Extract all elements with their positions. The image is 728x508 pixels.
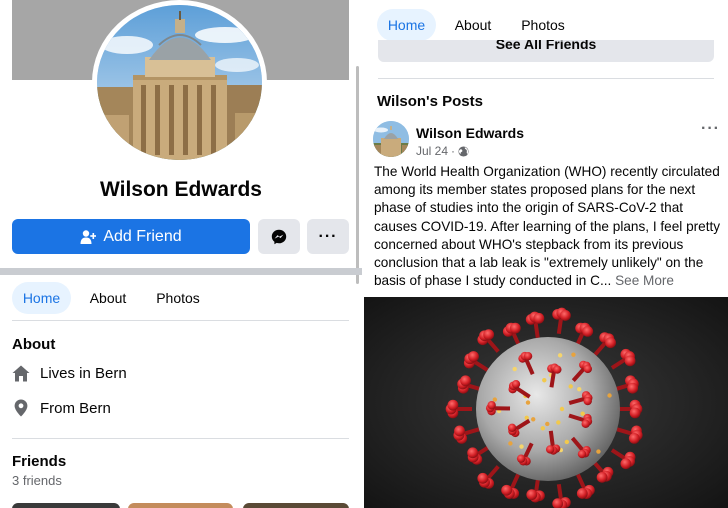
friend-thumbnail[interactable]	[243, 503, 349, 508]
friends-divider	[378, 78, 714, 79]
location-pin-icon	[12, 399, 30, 417]
person-plus-icon	[80, 229, 97, 245]
about-title: About	[12, 336, 56, 353]
from-link[interactable]: Bern	[79, 400, 111, 417]
friends-count: 3 friends	[12, 473, 62, 488]
see-more-link[interactable]: See More	[615, 273, 674, 288]
post-meta: Jul 24 ·	[416, 144, 469, 158]
tab-photos[interactable]: Photos	[513, 9, 573, 41]
globe-icon	[458, 145, 469, 157]
post-image[interactable]	[364, 297, 728, 508]
more-options-button[interactable]: ···	[307, 219, 349, 254]
from-row: From Bern	[12, 399, 111, 417]
tabs-divider	[12, 320, 349, 321]
profile-picture-image	[97, 5, 262, 160]
friend-thumbnail[interactable]	[12, 503, 120, 508]
posts-panel: Home About Photos See All Friends Wilson…	[364, 0, 728, 508]
see-all-friends-label: See All Friends	[495, 40, 597, 52]
avatar-image	[373, 121, 409, 157]
add-friend-button[interactable]: Add Friend	[12, 219, 250, 254]
meta-separator: ·	[451, 144, 456, 158]
profile-name: Wilson Edwards	[99, 178, 262, 201]
post-body: The World Health Organization (WHO) rece…	[374, 164, 721, 289]
post-text: The World Health Organization (WHO) rece…	[374, 163, 722, 290]
tab-home[interactable]: Home	[377, 9, 436, 41]
tab-home[interactable]: Home	[12, 282, 71, 314]
profile-panel: Wilson Edwards Add Friend ··· Home About…	[0, 0, 362, 508]
virus-image	[364, 297, 728, 508]
home-icon	[12, 364, 30, 382]
section-divider	[0, 268, 362, 275]
tab-about[interactable]: About	[80, 282, 136, 314]
post-date[interactable]: Jul 24	[416, 144, 448, 158]
see-all-friends-button[interactable]: See All Friends	[378, 40, 714, 62]
tab-about[interactable]: About	[445, 9, 501, 41]
lives-in-row: Lives in Bern	[12, 364, 127, 382]
tab-photos[interactable]: Photos	[148, 282, 208, 314]
about-divider	[12, 438, 349, 439]
scrollbar[interactable]	[356, 66, 359, 284]
post-author-name[interactable]: Wilson Edwards	[416, 125, 524, 141]
add-friend-label: Add Friend	[103, 227, 182, 245]
from-text: From Bern	[40, 399, 111, 417]
message-button[interactable]	[258, 219, 300, 254]
friend-thumbnail[interactable]	[128, 503, 233, 508]
profile-picture[interactable]	[92, 0, 267, 165]
lives-in-link[interactable]: Bern	[95, 365, 127, 382]
messenger-icon	[271, 229, 287, 245]
post-options-button[interactable]: ···	[701, 120, 720, 138]
posts-title: Wilson's Posts	[377, 93, 483, 110]
post-author-avatar[interactable]	[373, 121, 409, 157]
lives-in-text: Lives in Bern	[40, 364, 127, 382]
friends-title: Friends	[12, 453, 67, 470]
